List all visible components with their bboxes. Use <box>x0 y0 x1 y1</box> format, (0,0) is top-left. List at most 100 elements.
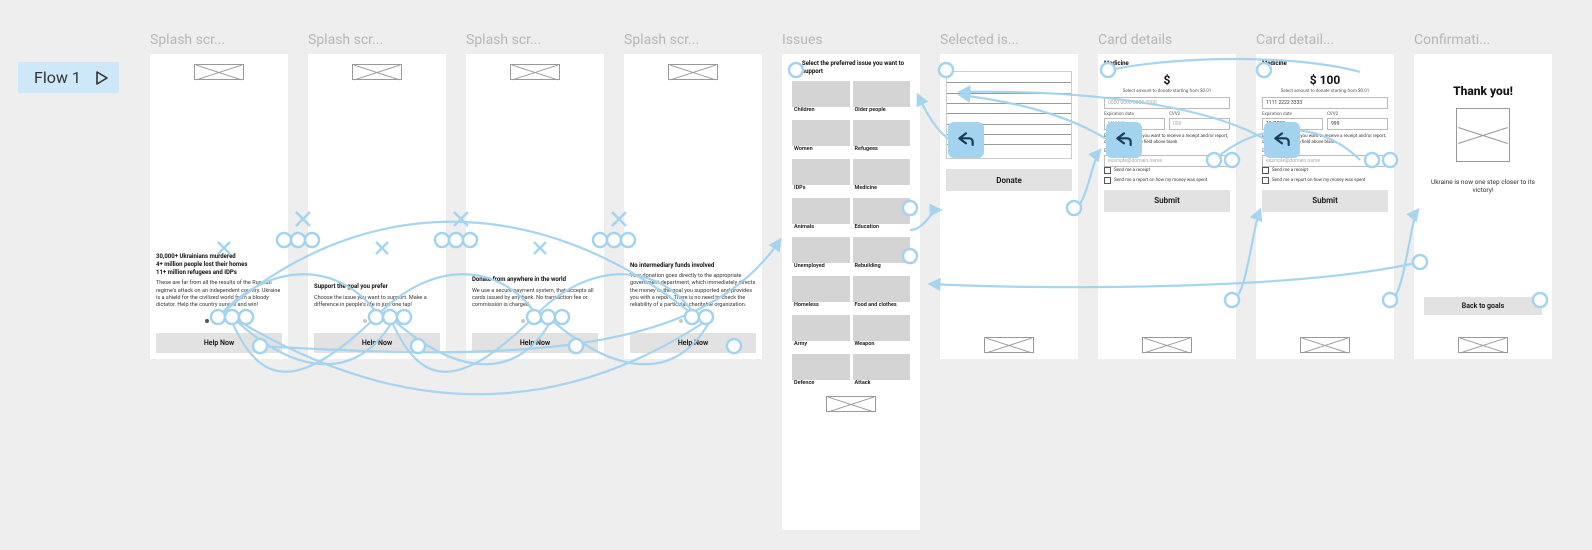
issue-label: Army <box>792 341 850 351</box>
receipt-checkbox[interactable] <box>1104 167 1111 174</box>
frame-title: Issues <box>782 32 920 48</box>
frame-confirmation[interactable]: Confirmati... Thank you! Ukraine is now … <box>1414 32 1552 359</box>
frame-issues[interactable]: Issues Select the preferred issue you wa… <box>782 32 920 530</box>
report-checkbox[interactable] <box>1262 177 1269 184</box>
frame-title: Splash scr... <box>308 32 446 48</box>
issue-tile[interactable]: IDPs <box>792 159 850 195</box>
receipt-checkbox[interactable] <box>1262 167 1269 174</box>
cvv-input[interactable]: 999 <box>1327 118 1388 130</box>
flow-label-text: Flow 1 <box>34 68 81 87</box>
cvv-input[interactable]: 000 <box>1169 118 1230 130</box>
frame-title: Splash scr... <box>624 32 762 48</box>
issue-tile[interactable]: Unemployed <box>792 237 850 273</box>
donate-button[interactable]: Donate <box>946 169 1072 191</box>
issue-label: Women <box>792 146 850 156</box>
issue-tile[interactable]: Medicine <box>853 159 911 195</box>
frame-title: Card detail... <box>1256 32 1394 48</box>
issue-tile[interactable]: Defence <box>792 354 850 390</box>
issue-tile[interactable]: Weapon <box>853 315 911 351</box>
amount-display: $ 100 <box>1310 73 1341 87</box>
image-placeholder-icon <box>194 64 244 80</box>
report-label: Send me a report on how my money was spe… <box>1114 178 1207 183</box>
issue-tile[interactable]: Army <box>792 315 850 351</box>
issue-tile[interactable]: Education <box>853 198 911 234</box>
card-number-input[interactable]: 0000 0000 0000 0000 <box>1104 97 1230 109</box>
splash-body-text: We use a secure payment system, that acc… <box>472 288 598 309</box>
report-checkbox[interactable] <box>1104 177 1111 184</box>
issue-label: Animals <box>792 224 850 234</box>
back-arrow-icon[interactable] <box>1106 122 1142 158</box>
splash-heading: 30,000+ Ukrainians murdered 4+ million p… <box>156 253 282 276</box>
image-placeholder-icon <box>1456 108 1510 162</box>
image-placeholder-icon <box>1458 337 1508 353</box>
receipt-label: Send me a receipt <box>1272 168 1308 173</box>
frame-splash-3[interactable]: Splash scr... Donate from anywhere in th… <box>466 32 604 359</box>
back-to-goals-button[interactable]: Back to goals <box>1424 297 1542 315</box>
splash-heading: Support the goal you prefer <box>314 283 440 291</box>
frame-card-details-1[interactable]: Card details Medicine $ Select amount to… <box>1098 32 1236 359</box>
frame-splash-2[interactable]: Splash scr... Support the goal you prefe… <box>308 32 446 359</box>
frame-splash-1[interactable]: Splash scr... 30,000+ Ukrainians murdere… <box>150 32 288 359</box>
image-placeholder-icon <box>668 64 718 80</box>
issue-tile[interactable]: Older people <box>853 81 911 117</box>
help-now-button[interactable]: Help Now <box>156 333 282 353</box>
frame-card-details-2[interactable]: Card detail... Medicine $ 100 Select amo… <box>1256 32 1394 359</box>
issue-tile[interactable]: Children <box>792 81 850 117</box>
submit-button[interactable]: Submit <box>1104 190 1230 212</box>
back-arrow-icon[interactable] <box>948 122 984 158</box>
issue-label: Rebuilding <box>853 263 911 273</box>
issue-tile[interactable]: Food and clothes <box>853 276 911 312</box>
splash-body-text: These are far from all the results of th… <box>156 280 282 309</box>
splash-body-text: Your donation goes directly to the appro… <box>630 273 756 309</box>
image-placeholder-icon <box>510 64 560 80</box>
back-arrow-icon[interactable] <box>1264 122 1300 158</box>
selected-heading <box>946 60 1072 67</box>
issue-label: Unemployed <box>792 263 850 273</box>
frame-splash-4[interactable]: Splash scr... No intermediary funds invo… <box>624 32 762 359</box>
issue-label: Food and clothes <box>853 302 911 312</box>
flow-label[interactable]: Flow 1 <box>18 62 119 93</box>
confirm-text: Ukraine is now one step closer to its vi… <box>1420 178 1546 195</box>
splash-heading: No intermediary funds involved <box>630 262 756 270</box>
card-heading: Medicine <box>1104 60 1230 67</box>
issue-tile[interactable]: Refugees <box>853 120 911 156</box>
issue-tile[interactable]: Rebuilding <box>853 237 911 273</box>
splash-heading: Donate from anywhere in the world <box>472 276 598 284</box>
issue-label: Education <box>853 224 911 234</box>
frames-row: Splash scr... 30,000+ Ukrainians murdere… <box>150 32 1552 530</box>
issue-label: Homeless <box>792 302 850 312</box>
help-now-button[interactable]: Help Now <box>472 333 598 353</box>
issue-tile[interactable]: Homeless <box>792 276 850 312</box>
exp-label: Expiration date <box>1262 112 1323 117</box>
issue-tile[interactable]: Attack <box>853 354 911 390</box>
issue-tile[interactable]: Animals <box>792 198 850 234</box>
image-placeholder-icon <box>984 337 1034 353</box>
receipt-label: Send me a receipt <box>1114 168 1150 173</box>
amount-subtext: Select amount to donate starting from $0… <box>1281 89 1370 94</box>
page-dots <box>314 319 440 323</box>
frame-title: Splash scr... <box>466 32 604 48</box>
issue-label: Children <box>792 107 850 117</box>
amount-display: $ <box>1164 73 1171 87</box>
amount-subtext: Select amount to donate starting from $0… <box>1123 89 1212 94</box>
exp-label: Expiration date <box>1104 112 1165 117</box>
issue-tile[interactable]: Women <box>792 120 850 156</box>
frame-selected-issue[interactable]: Selected is... Donate <box>940 32 1078 359</box>
frame-title: Selected is... <box>940 32 1078 48</box>
issues-grid: ChildrenOlder people WomenRefugeesIDPsMed… <box>792 81 910 390</box>
cvv-label: CVV2 <box>1169 112 1230 117</box>
card-number-input[interactable]: 1111 2222 3333 <box>1262 97 1388 109</box>
issue-label: Defence <box>792 380 850 390</box>
submit-button[interactable]: Submit <box>1262 190 1388 212</box>
issue-label: Attack <box>853 380 911 390</box>
image-placeholder-icon <box>1142 337 1192 353</box>
frame-title: Card details <box>1098 32 1236 48</box>
image-placeholder-icon <box>826 396 876 412</box>
page-dots <box>156 319 282 323</box>
issues-heading: Select the preferred issue you want to s… <box>802 60 910 75</box>
help-now-button[interactable]: Help Now <box>314 333 440 353</box>
issue-label: Medicine <box>853 185 911 195</box>
image-placeholder-icon <box>1300 337 1350 353</box>
confirm-heading: Thank you! <box>1420 84 1546 98</box>
help-now-button[interactable]: Help Now <box>630 333 756 353</box>
